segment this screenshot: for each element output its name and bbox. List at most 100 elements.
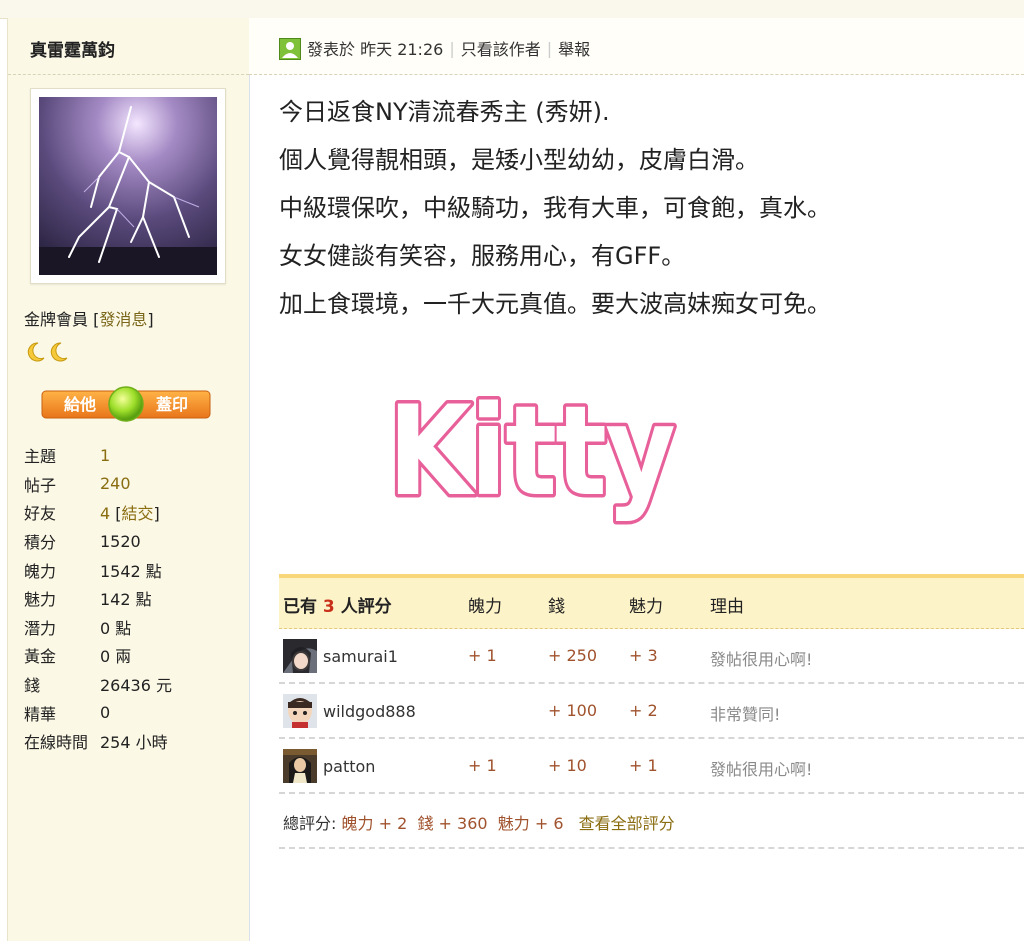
column-header: 魄力: [468, 597, 502, 617]
user-avatar: [283, 639, 317, 673]
stat-value-with-link: 4 [結交]: [100, 504, 160, 524]
stat-value: 26436 元: [100, 676, 172, 696]
author-sidebar: 真雷霆萬鈞 金牌會員 [發消息] 給他 蓋印 主題 1 帖子 240 好友 4 …: [7, 18, 250, 941]
stamp-left-label: 給他: [64, 395, 96, 414]
kitty-watermark: Kitty: [385, 377, 680, 528]
rating-charm: + 2: [629, 701, 658, 720]
stat-label: 好友: [24, 504, 57, 524]
total-label: 總評分:: [283, 814, 337, 833]
top-strip: [0, 0, 1024, 19]
report-link[interactable]: 舉報: [558, 36, 590, 60]
stat-value: 142 點: [100, 590, 152, 610]
lightning-avatar-image: [39, 97, 217, 275]
only-author-link[interactable]: 只看該作者: [461, 36, 541, 60]
watermark-text: Kitty: [388, 380, 674, 524]
post-content: 今日返食NY清流春秀主 (秀妍). 個人覺得靚相頭，是矮小型幼幼，皮膚白滑。 中…: [279, 88, 999, 328]
column-header: 錢: [548, 597, 565, 617]
stat-label: 錢: [24, 676, 41, 696]
post-text-line: 女女健談有笑容，服務用心，有GFF。: [279, 242, 686, 270]
rating-reason: 發帖很用心啊!: [710, 760, 813, 779]
stat-value: 1520: [100, 531, 141, 551]
stat-label: 在線時間: [24, 733, 89, 753]
stat-row: 潛力 0 點: [24, 613, 244, 642]
stat-value: 0: [100, 703, 111, 723]
rating-row: wildgod888 + 100 + 2 非常贊同!: [279, 684, 1024, 739]
stat-row: 主題 1: [24, 441, 244, 470]
stat-value: 0 點: [100, 618, 132, 638]
post-text-line: 個人覺得靚相頭，是矮小型幼幼，皮膚白滑。: [279, 146, 759, 174]
post-meta: 發表於 昨天 21:26 | 只看該作者 | 舉報: [307, 36, 590, 60]
stat-label: 帖子: [24, 475, 57, 495]
stat-row: 好友 4 [結交]: [24, 498, 244, 527]
add-friend-link[interactable]: 結交: [122, 504, 154, 523]
rater[interactable]: patton: [283, 749, 375, 783]
rating-header: 已有 3 人評分 魄力 錢 魅力 理由: [279, 574, 1024, 629]
stat-value[interactable]: 240: [100, 474, 131, 493]
give-stamp-button[interactable]: 給他 蓋印: [40, 385, 212, 423]
post-text-line: 加上食環境，一千大元真值。要大波高妹痴女可免。: [279, 290, 831, 318]
rating-row: patton + 1 + 10 + 1 發帖很用心啊!: [279, 739, 1024, 794]
divider: |: [546, 38, 553, 58]
stat-row: 錢 26436 元: [24, 670, 244, 699]
rating-money: + 10: [548, 756, 587, 775]
stat-label: 魅力: [24, 590, 57, 610]
stat-row: 黃金 0 兩: [24, 641, 244, 670]
stat-value: 1542 點: [100, 561, 162, 581]
stat-row: 精華 0: [24, 698, 244, 727]
column-header: 魅力: [629, 597, 663, 617]
rating-reason: 發帖很用心啊!: [710, 650, 813, 669]
send-message-link[interactable]: 發消息: [99, 310, 147, 329]
author-name[interactable]: 真雷霆萬鈞: [30, 36, 115, 61]
column-header: 理由: [710, 597, 744, 617]
author-header: 真雷霆萬鈞: [8, 18, 249, 75]
rating-po: + 1: [468, 646, 497, 665]
rating-money: + 100: [548, 701, 598, 720]
rater-name[interactable]: samurai1: [323, 647, 398, 666]
stat-label: 潛力: [24, 618, 57, 638]
stat-value: 0 兩: [100, 647, 132, 667]
rater[interactable]: wildgod888: [283, 694, 416, 728]
member-rank: 金牌會員 [發消息]: [24, 310, 154, 329]
stat-row: 帖子 240: [24, 470, 244, 499]
rating-count-title: 已有 3 人評分: [283, 597, 392, 617]
user-avatar: [283, 694, 317, 728]
rating-row: samurai1 + 1 + 250 + 3 發帖很用心啊!: [279, 629, 1024, 684]
stat-label: 精華: [24, 704, 57, 724]
avatar[interactable]: [30, 88, 226, 284]
moon-rank-icon: [27, 342, 68, 362]
total-po: 魄力 + 2: [341, 814, 408, 833]
rank-label: 金牌會員: [24, 310, 89, 329]
stat-value[interactable]: 1: [100, 446, 110, 465]
author-stats: 主題 1 帖子 240 好友 4 [結交] 積分 1520 魄力 1542 點 …: [24, 441, 244, 756]
stamp-button-graphic: 給他 蓋印: [41, 386, 211, 422]
post-header: 發表於 昨天 21:26 | 只看該作者 | 舉報: [249, 18, 1024, 75]
stat-row: 魅力 142 點: [24, 584, 244, 613]
user-avatar: [283, 749, 317, 783]
posted-label: 發表於: [307, 40, 356, 59]
stat-label: 魄力: [24, 561, 57, 581]
posted-time: 昨天 21:26: [360, 40, 444, 59]
rating-po: + 1: [468, 756, 497, 775]
stat-label: 積分: [24, 533, 57, 553]
stamp-right-label: 蓋印: [156, 395, 188, 414]
rating-count: 3: [322, 597, 335, 617]
stat-row: 積分 1520: [24, 527, 244, 556]
rating-charm: + 3: [629, 646, 658, 665]
stat-row: 在線時間 254 小時: [24, 727, 244, 756]
rater[interactable]: samurai1: [283, 639, 398, 673]
rating-charm: + 1: [629, 756, 658, 775]
divider: |: [449, 38, 455, 58]
stat-row: 魄力 1542 點: [24, 555, 244, 584]
online-status-icon: [279, 38, 301, 60]
post-text-line: 中級環保吹，中級騎功，我有大車，可食飽，真水。: [279, 194, 831, 222]
rating-reason: 非常贊同!: [710, 705, 781, 724]
friend-count[interactable]: 4: [100, 504, 110, 523]
rater-name[interactable]: patton: [323, 757, 375, 776]
rater-name[interactable]: wildgod888: [323, 702, 416, 721]
total-money: 錢 + 360: [417, 814, 488, 833]
total-charm: 魅力 + 6: [497, 814, 564, 833]
stat-label: 黃金: [24, 647, 57, 667]
view-all-ratings-link[interactable]: 查看全部評分: [579, 814, 675, 833]
rating-table: 已有 3 人評分 魄力 錢 魅力 理由 samurai1 + 1 + 250 +…: [279, 574, 1024, 849]
stat-label: 主題: [24, 447, 57, 467]
